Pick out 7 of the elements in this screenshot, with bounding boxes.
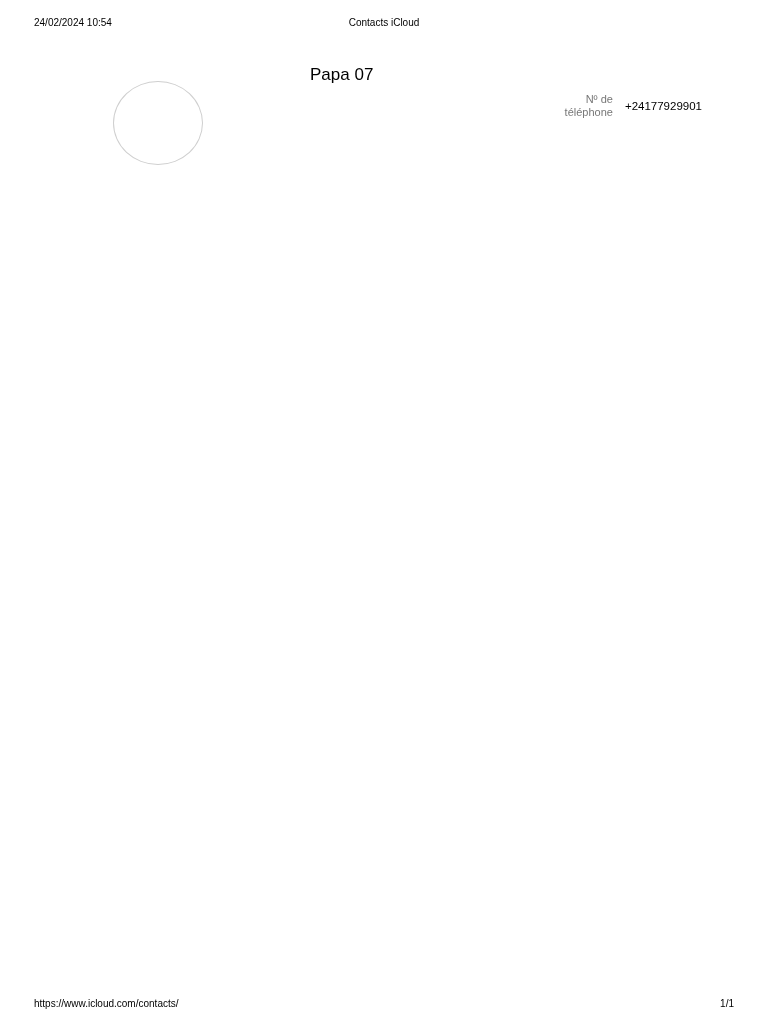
page-number: 1/1 <box>720 998 734 1009</box>
field-value: +24177929901 <box>624 100 702 112</box>
page-title: Contacts iCloud <box>348 17 420 28</box>
field-label: Nº de téléphone <box>563 93 613 119</box>
contact-name: Papa 07 <box>310 65 375 85</box>
page-url: https://www.icloud.com/contacts/ <box>34 998 179 1009</box>
print-date: 24/02/2024 10:54 <box>34 17 112 30</box>
